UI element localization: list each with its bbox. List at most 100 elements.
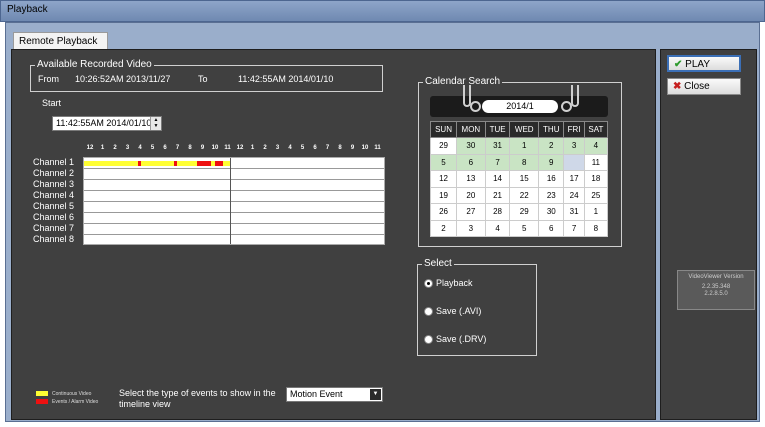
timeline-hour-label: 8	[188, 145, 192, 151]
calendar-day[interactable]: 30	[456, 137, 486, 155]
calendar-day[interactable]: 19	[429, 186, 458, 204]
channel-label[interactable]: Channel 4	[33, 190, 74, 200]
start-time-value: 11:42:55AM 2014/01/10	[56, 118, 152, 128]
timeline-row-channel-1[interactable]	[84, 158, 384, 169]
calendar-day[interactable]: 21	[484, 186, 511, 204]
play-button[interactable]: ✔ PLAY	[667, 55, 741, 72]
timeline-noon-divider	[230, 158, 231, 244]
radio-save-drv[interactable]: Save (.DRV)	[424, 334, 486, 348]
radio-save-avi-label: Save (.AVI)	[436, 306, 482, 316]
calendar-day[interactable]: 5	[429, 153, 458, 171]
calendar-grid[interactable]: SUN MON TUE WED THU FRI SAT 29 30 31 1 2 3 4 5 6 7 8 9 11 1…	[429, 121, 609, 237]
calendar-day[interactable]: 4	[583, 137, 609, 155]
calendar-day[interactable]: 12	[429, 170, 458, 188]
timeline-row-channel-3[interactable]	[84, 180, 384, 191]
calendar-day[interactable]: 22	[509, 186, 540, 204]
timeline-hour-label: 5	[150, 145, 155, 151]
calendar-day[interactable]: 24	[563, 186, 585, 204]
channel-label[interactable]: Channel 7	[33, 223, 74, 233]
radio-selected-icon[interactable]	[424, 279, 433, 289]
calendar-day[interactable]: 6	[456, 153, 486, 171]
calendar-day[interactable]: 6	[538, 219, 565, 237]
calendar-day[interactable]: 23	[538, 186, 565, 204]
calendar-day[interactable]: 20	[456, 186, 486, 204]
timeline-row-channel-6[interactable]	[84, 213, 384, 224]
calendar-day[interactable]: 2	[538, 137, 565, 155]
next-month-icon[interactable]	[561, 101, 572, 112]
calendar-day[interactable]: 1	[583, 203, 609, 221]
close-label: Close	[684, 81, 710, 92]
event-bar	[138, 161, 141, 166]
timeline-hour-label: 12	[86, 145, 94, 151]
calendar-day[interactable]: 31	[563, 203, 585, 221]
timeline-row-channel-4[interactable]	[84, 191, 384, 202]
timeline-row-channel-2[interactable]	[84, 169, 384, 180]
calendar-day[interactable]	[563, 153, 585, 171]
calendar-day[interactable]: 25	[583, 186, 609, 204]
calendar-day[interactable]: 3	[563, 137, 585, 155]
start-time-input[interactable]: 11:42:55AM 2014/01/10 ▲ ▼	[52, 116, 162, 131]
channel-label[interactable]: Channel 6	[33, 212, 74, 222]
window-title-bar: Playback	[0, 0, 765, 22]
channel-label[interactable]: Channel 1	[33, 157, 74, 167]
calendar-day[interactable]: 29	[429, 137, 458, 155]
calendar-day[interactable]: 15	[509, 170, 540, 188]
timeline-hour-label: 3	[125, 145, 130, 151]
channel-label[interactable]: Channel 5	[33, 201, 74, 211]
calendar-day[interactable]: 5	[509, 219, 540, 237]
event-legend-swatch	[36, 399, 48, 404]
calendar-day[interactable]: 29	[509, 203, 540, 221]
timeline-row-channel-7[interactable]	[84, 224, 384, 235]
window-title: Playback	[7, 4, 48, 15]
calendar-day[interactable]: 1	[509, 137, 540, 155]
timeline-hour-label: 5	[300, 145, 305, 151]
calendar-day[interactable]: 14	[484, 170, 511, 188]
radio-icon[interactable]	[424, 307, 433, 317]
calendar-day[interactable]: 4	[484, 219, 511, 237]
event-type-select[interactable]: Motion Event ▼	[286, 387, 383, 402]
calendar-day[interactable]: 18	[583, 170, 609, 188]
radio-save-avi[interactable]: Save (.AVI)	[424, 306, 481, 320]
tab-remote-playback[interactable]: Remote Playback	[13, 32, 108, 50]
timeline-hour-label: 1	[250, 145, 255, 151]
timeline-grid[interactable]	[83, 157, 385, 245]
timeline-hour-label: 8	[338, 145, 342, 151]
timeline-hour-label: 9	[200, 145, 205, 151]
radio-playback-label: Playback	[436, 278, 473, 288]
calendar-weekday: TUE	[484, 121, 511, 138]
calendar-day[interactable]: 31	[484, 137, 511, 155]
chevron-down-icon[interactable]: ▼	[370, 389, 381, 400]
calendar-day[interactable]: 8	[583, 219, 609, 237]
calendar-day[interactable]: 7	[484, 153, 511, 171]
close-button[interactable]: ✖ Close	[667, 78, 741, 95]
radio-icon[interactable]	[424, 335, 433, 345]
calendar-day[interactable]: 9	[538, 153, 565, 171]
start-label: Start	[42, 98, 62, 108]
calendar-day[interactable]: 13	[456, 170, 486, 188]
start-time-spinner[interactable]: ▲ ▼	[150, 117, 161, 130]
calendar-day[interactable]: 26	[429, 203, 458, 221]
calendar-day[interactable]: 7	[563, 219, 585, 237]
calendar-day[interactable]: 28	[484, 203, 511, 221]
calendar-day[interactable]: 27	[456, 203, 486, 221]
radio-playback[interactable]: Playback	[424, 278, 473, 292]
calendar-week-row: 26 27 28 29 30 31 1	[429, 203, 609, 221]
timeline-hour-label: 6	[313, 145, 317, 151]
channel-label[interactable]: Channel 8	[33, 234, 74, 244]
calendar-day[interactable]: 11	[583, 153, 609, 171]
timeline-row-channel-8[interactable]	[84, 235, 384, 246]
calendar-day[interactable]: 2	[429, 219, 458, 237]
calendar-day[interactable]: 30	[538, 203, 565, 221]
timeline-row-channel-5[interactable]	[84, 202, 384, 213]
calendar-day[interactable]: 17	[563, 170, 585, 188]
timeline-hour-label: 3	[275, 145, 280, 151]
channel-label[interactable]: Channel 2	[33, 168, 74, 178]
calendar-day[interactable]: 16	[538, 170, 565, 188]
calendar-week-row: 12 13 14 15 16 17 18	[429, 170, 609, 188]
calendar-day[interactable]: 8	[509, 153, 540, 171]
channel-label[interactable]: Channel 3	[33, 179, 74, 189]
calendar-day[interactable]: 3	[456, 219, 486, 237]
timeline-hour-label: 4	[138, 145, 142, 151]
prev-month-icon[interactable]	[470, 101, 481, 112]
spin-down-icon[interactable]: ▼	[151, 123, 161, 129]
